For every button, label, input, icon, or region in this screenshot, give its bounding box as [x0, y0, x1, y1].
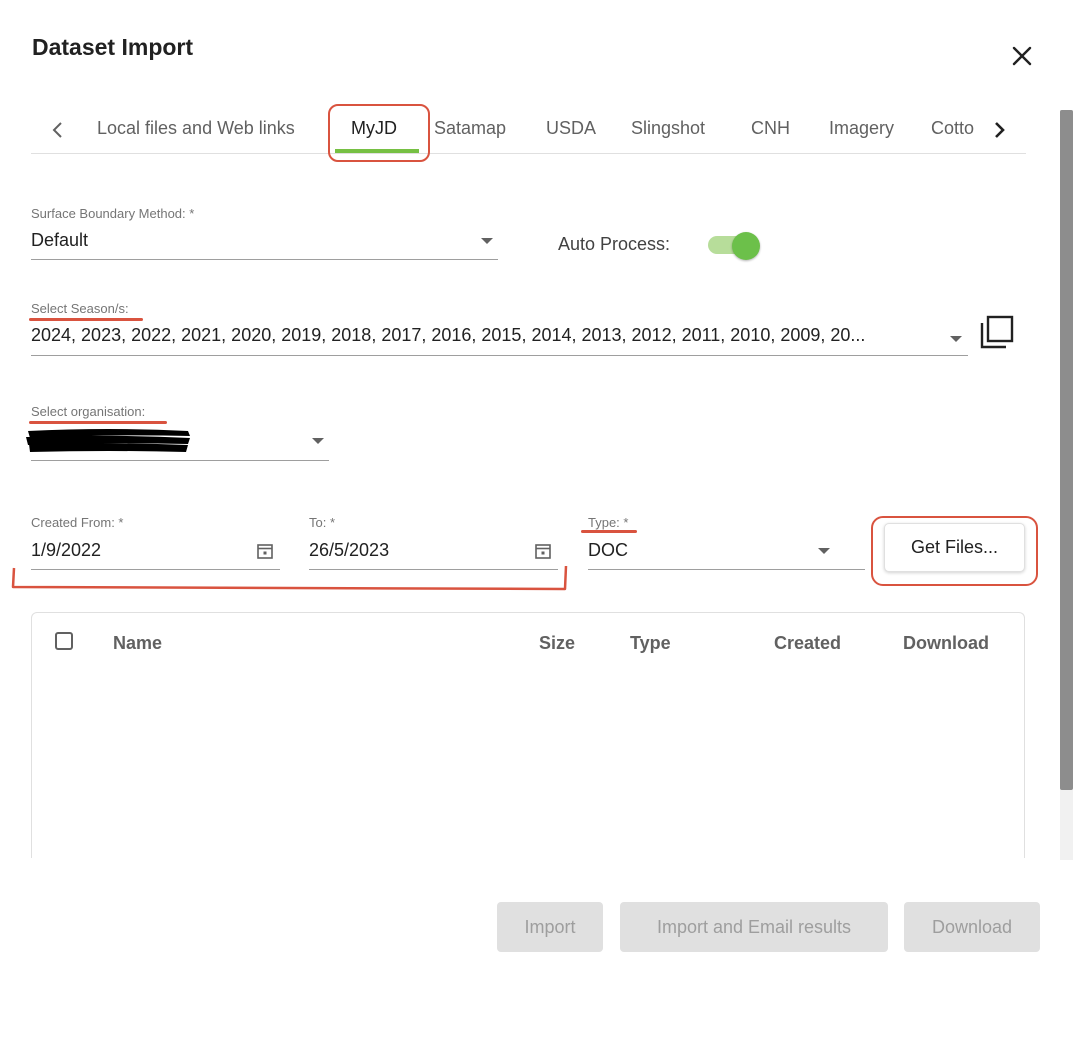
close-icon[interactable] — [1008, 42, 1036, 70]
import-email-button[interactable]: Import and Email results — [620, 902, 888, 952]
tabs-divider — [31, 153, 1026, 154]
season-label: Select Season/s: — [31, 301, 129, 316]
type-value[interactable]: DOC — [588, 540, 628, 561]
tab-cotton[interactable]: Cotto — [931, 118, 974, 139]
chevron-down-icon[interactable] — [818, 548, 830, 554]
column-header-created[interactable]: Created — [774, 633, 841, 654]
annotation-highlight-get-files — [871, 516, 1038, 586]
table-clip-mask — [0, 858, 1073, 898]
chevron-down-icon[interactable] — [312, 438, 324, 444]
annotation-underline-organisation — [29, 421, 167, 424]
dialog-title: Dataset Import — [32, 34, 194, 60]
organisation-underline — [31, 460, 329, 461]
season-value[interactable]: 2024, 2023, 2022, 2021, 2020, 2019, 2018… — [31, 325, 941, 346]
calendar-icon[interactable] — [534, 542, 552, 560]
created-from-label: Created From: * — [31, 515, 124, 530]
download-button[interactable]: Download — [904, 902, 1040, 952]
scrollbar-thumb[interactable] — [1060, 110, 1073, 790]
import-button[interactable]: Import — [497, 902, 603, 952]
annotation-underline-season — [29, 318, 143, 321]
auto-process-toggle-knob[interactable] — [732, 232, 760, 260]
files-table — [31, 612, 1025, 872]
column-header-name[interactable]: Name — [113, 633, 162, 654]
column-header-download[interactable]: Download — [903, 633, 989, 654]
created-from-value[interactable]: 1/9/2022 — [31, 540, 101, 561]
surface-boundary-value[interactable]: Default — [31, 230, 88, 251]
annotation-highlight-myjd — [328, 104, 430, 162]
surface-boundary-label: Surface Boundary Method: * — [31, 206, 195, 221]
auto-process-label: Auto Process: — [558, 234, 671, 254]
copy-icon[interactable] — [979, 314, 1015, 350]
type-underline — [588, 569, 865, 570]
redacted-organisation-value — [26, 429, 190, 452]
to-label: To: * — [309, 515, 336, 530]
tab-satamap[interactable]: Satamap — [434, 118, 506, 139]
annotation-bracket-dates — [11, 565, 568, 591]
tab-imagery[interactable]: Imagery — [829, 118, 894, 139]
column-header-size[interactable]: Size — [539, 633, 575, 654]
tab-local-files[interactable]: Local files and Web links — [97, 118, 295, 139]
tab-slingshot[interactable]: Slingshot — [631, 118, 705, 139]
type-label: Type: * — [588, 515, 629, 530]
to-value[interactable]: 26/5/2023 — [309, 540, 389, 561]
tab-usda[interactable]: USDA — [546, 118, 596, 139]
annotation-underline-type — [581, 530, 637, 533]
chevron-down-icon[interactable] — [950, 336, 962, 342]
tab-cnh[interactable]: CNH — [751, 118, 790, 139]
season-underline — [31, 355, 968, 356]
chevron-down-icon[interactable] — [481, 238, 493, 244]
chevron-right-icon[interactable] — [984, 115, 1014, 145]
organisation-label: Select organisation: — [31, 404, 146, 419]
select-all-checkbox[interactable] — [55, 632, 73, 650]
chevron-left-icon[interactable] — [43, 115, 73, 145]
tab-cotton-clip: Cotto — [931, 110, 981, 150]
calendar-icon[interactable] — [256, 542, 274, 560]
column-header-type[interactable]: Type — [630, 633, 671, 654]
surface-boundary-underline — [31, 259, 498, 260]
